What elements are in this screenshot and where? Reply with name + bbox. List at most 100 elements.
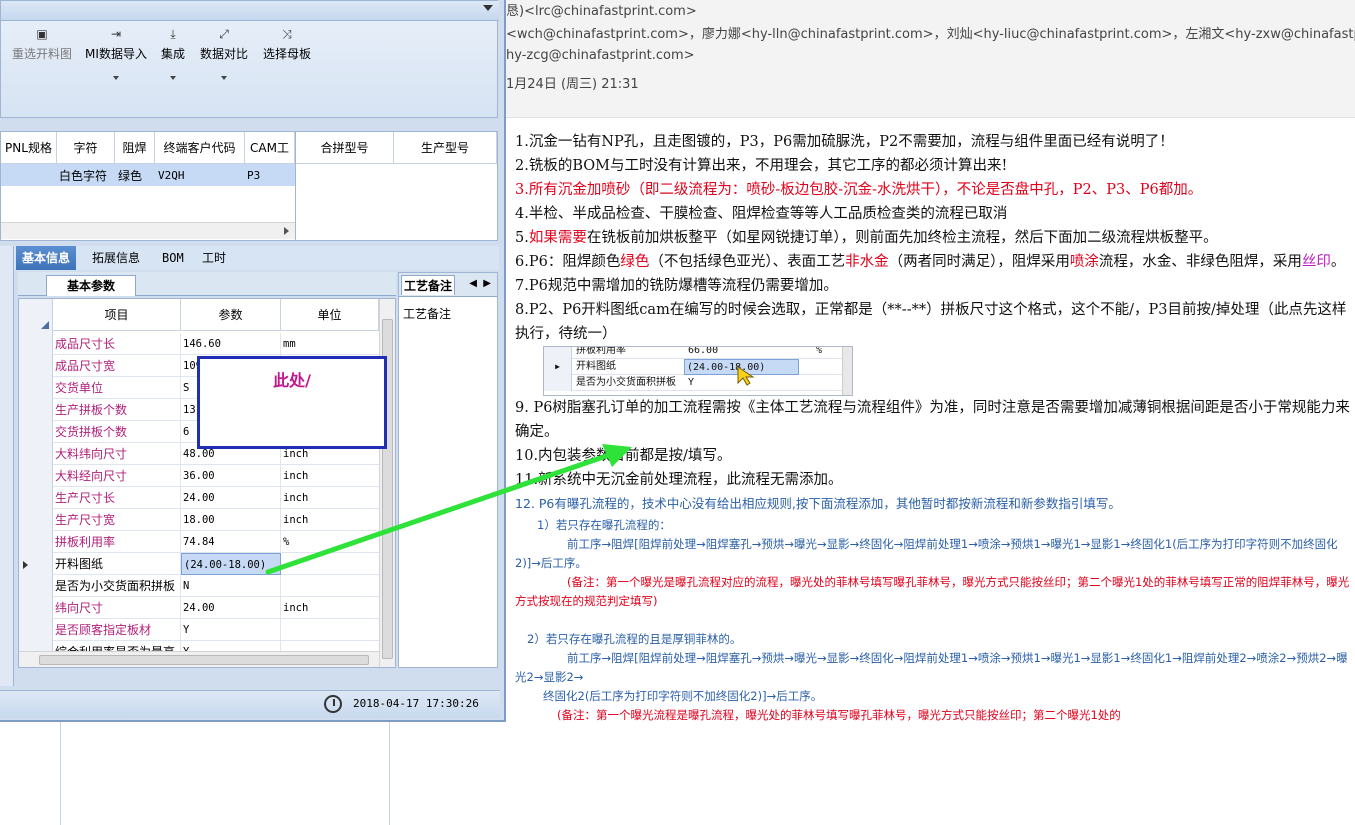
param-value[interactable]: 36.00 (181, 465, 281, 487)
cutting-drawing-value[interactable]: (24.00-18.00) (181, 553, 281, 575)
chevron-left-icon[interactable]: ◀ (469, 278, 477, 289)
embedded-screenshot: 拼板利用率 66.00 % ▶ 开料图纸 (24.00-18.00) 是否为小交… (543, 346, 853, 396)
email-sub-1-flow: 前工序→阻焊[阻焊前处理→阻焊塞孔→预烘→曝光→显影→终固化→阻焊前处理1→喷涂… (515, 537, 1338, 570)
snippet-cell: 是否为小交货面积拼板 (576, 377, 676, 388)
status-time: 2018-04-17 17:30:26 (353, 697, 479, 710)
table-row[interactable]: 是否为小交货面积拼板 N (53, 575, 379, 597)
param-value[interactable]: 146.60 (181, 333, 281, 355)
snippet-row: ▶ 开料图纸 (24.00-18.00) (544, 359, 852, 375)
text: 在铣板前加烘板整平（如星网锐捷订单），则前面先加终检主流程，然后下面加二级流程烘… (586, 230, 1218, 246)
column-header[interactable]: 阻焊 (115, 132, 155, 164)
ribbon-toolbar: ▣ 重选开料图 ⇥ MI数据导入 ⤓ 集成 ⤢ 数据对比 ⤨ 选择母板 (0, 0, 499, 118)
scroll-thumb[interactable] (39, 655, 369, 665)
param-value[interactable]: 18.00 (181, 509, 281, 531)
column-header-item[interactable]: 项目 (53, 299, 181, 331)
order-grid: PNL规格 字符 阻焊 终端客户代码 CAM工 合拼型号 生产型号 白色字符 绿… (0, 131, 498, 241)
email-item-7: 7.P6规范中需增加的铣防爆槽等流程仍需要增加。 (515, 278, 838, 294)
sort-corner-icon (41, 321, 49, 329)
column-header[interactable]: 生产型号 (394, 132, 497, 164)
table-row[interactable]: 成品尺寸长 146.60 mm (53, 333, 379, 355)
column-header-unit[interactable]: 单位 (281, 299, 379, 331)
param-name: 拼板利用率 (53, 531, 181, 553)
table-row[interactable]: 生产尺寸长 24.00 inch (53, 487, 379, 509)
email-item-3: 3.所有沉金加喷砂（即二级流程为：喷砂-板边包胶-沉金-水洗烘干），不论是否盘中… (515, 182, 1203, 198)
table-cell: 白色字符 (59, 169, 108, 183)
highlight: 丝印 (1301, 254, 1331, 270)
snippet-row: 是否为小交货面积拼板 Y (544, 375, 852, 391)
row-pointer (544, 347, 572, 359)
status-bar: 2018-04-17 17:30:26 (0, 690, 500, 718)
param-value[interactable]: Y (181, 619, 281, 641)
left-edge-panel (0, 246, 14, 686)
tab-basic-info[interactable]: 基本信息 (16, 246, 77, 270)
mi-data-import-button[interactable]: ⇥ MI数据导入 (83, 27, 149, 97)
sub-tab-bar: 基本参数 (18, 272, 396, 296)
row-pointer (544, 375, 572, 391)
param-unit: % (283, 536, 290, 548)
horizontal-scrollbar[interactable] (19, 651, 379, 667)
param-name: 生产尺寸长 (53, 487, 181, 509)
param-value[interactable]: 74.84 (181, 531, 281, 553)
column-header[interactable]: CAM工 (245, 132, 295, 164)
param-value[interactable]: 24.00 (181, 487, 281, 509)
button-label: 选择母板 (262, 47, 311, 61)
highlight: 绿色 (620, 254, 650, 270)
param-unit: inch (283, 602, 309, 614)
horizontal-scrollbar[interactable] (1, 222, 295, 239)
tab-basic-params[interactable]: 基本参数 (46, 275, 136, 296)
param-value[interactable]: 24.00 (181, 597, 281, 619)
table-cell: V2QH (158, 169, 185, 182)
annotation-text: 此处/ (273, 371, 311, 390)
param-name: 成品尺寸长 (53, 333, 181, 355)
table-row[interactable]: 大料经向尺寸 36.00 inch (53, 465, 379, 487)
button-label: MI数据导入 (85, 47, 147, 61)
snippet-cell: % (816, 346, 823, 356)
table-cell: 绿色 (118, 169, 143, 183)
email-to: <wch@chinafastprint.com>，廖力娜<hy-lln@chin… (506, 27, 1355, 42)
param-value[interactable]: N (181, 575, 281, 597)
column-header[interactable]: PNL规格 (1, 132, 57, 164)
highlight: 喷涂 (1069, 254, 1099, 270)
column-header[interactable]: 字符 (57, 132, 115, 164)
table-row[interactable]: 拼板利用率 74.84% (53, 531, 379, 553)
data-compare-button[interactable]: ⤢ 数据对比 (197, 27, 251, 97)
param-unit: inch (283, 492, 309, 504)
parameter-grid: 项目 参数 单位 成品尺寸长 146.60 mm 成品尺寸宽 109 交货单位 S 生产… (18, 298, 396, 668)
process-remarks-panel: 工艺备注 ◀ ▶ 工艺备注 (398, 272, 498, 668)
tab-bom[interactable]: BOM (156, 246, 190, 270)
column-header[interactable]: 终端客户代码 (155, 132, 245, 164)
tab-process-remarks[interactable]: 工艺备注 (401, 275, 456, 295)
email-header: 恳)<lrc@chinafastprint.com> <wch@chinafas… (498, 0, 1355, 118)
param-name: 大料经向尺寸 (53, 465, 181, 487)
table-row[interactable]: 是否顾客指定板材 Y (53, 619, 379, 641)
vertical-scrollbar[interactable] (379, 299, 395, 667)
tab-work-hours[interactable]: 工时 (196, 246, 232, 270)
background-app-area (0, 722, 498, 825)
tab-extended-info[interactable]: 拓展信息 (86, 246, 146, 270)
table-row-selected[interactable]: 开料图纸 (24.00-18.00) (53, 553, 379, 575)
table-row[interactable]: 纬向尺寸 24.00 inch (53, 597, 379, 619)
email-body: 1.沉金一钻有NP孔，且走图镀的，P3，P6需加硫脲洗，P2不需要加，流程与组件… (515, 130, 1350, 725)
select-mother-board-button[interactable]: ⤨ 选择母板 (259, 27, 315, 97)
snippet-cell: Y (688, 377, 695, 388)
reselect-cutting-drawing-button[interactable]: ▣ 重选开料图 (9, 27, 75, 97)
param-name: 纬向尺寸 (53, 597, 181, 619)
email-cc: hy-zcg@chinafastprint.com> (506, 48, 695, 63)
chevron-right-icon[interactable]: ▶ (483, 278, 491, 289)
table-row[interactable]: 生产尺寸宽 18.00 inch (53, 509, 379, 531)
highlight: 如果需要 (528, 230, 587, 246)
text: 5. (515, 230, 529, 246)
param-name: 生产尺寸宽 (53, 509, 181, 531)
snippet-cell: 66.00 (688, 346, 719, 356)
param-name: 是否为小交货面积拼板 (53, 575, 181, 597)
scroll-right-icon[interactable] (284, 227, 289, 235)
column-header-param[interactable]: 参数 (181, 299, 281, 331)
snippet-scrollbar (842, 347, 852, 395)
column-header[interactable]: 合拼型号 (296, 132, 394, 164)
compare-icon: ⤢ (219, 27, 229, 41)
email-item-2: 2.铣板的BOM与工时没有计算出来，不用理会，其它工序的都必须计算出来! (515, 158, 1008, 174)
cursor-icon (737, 366, 755, 386)
integrate-button[interactable]: ⤓ 集成 (157, 27, 189, 97)
image-icon: ▣ (36, 27, 48, 41)
dropdown-arrow-icon[interactable] (483, 5, 493, 11)
